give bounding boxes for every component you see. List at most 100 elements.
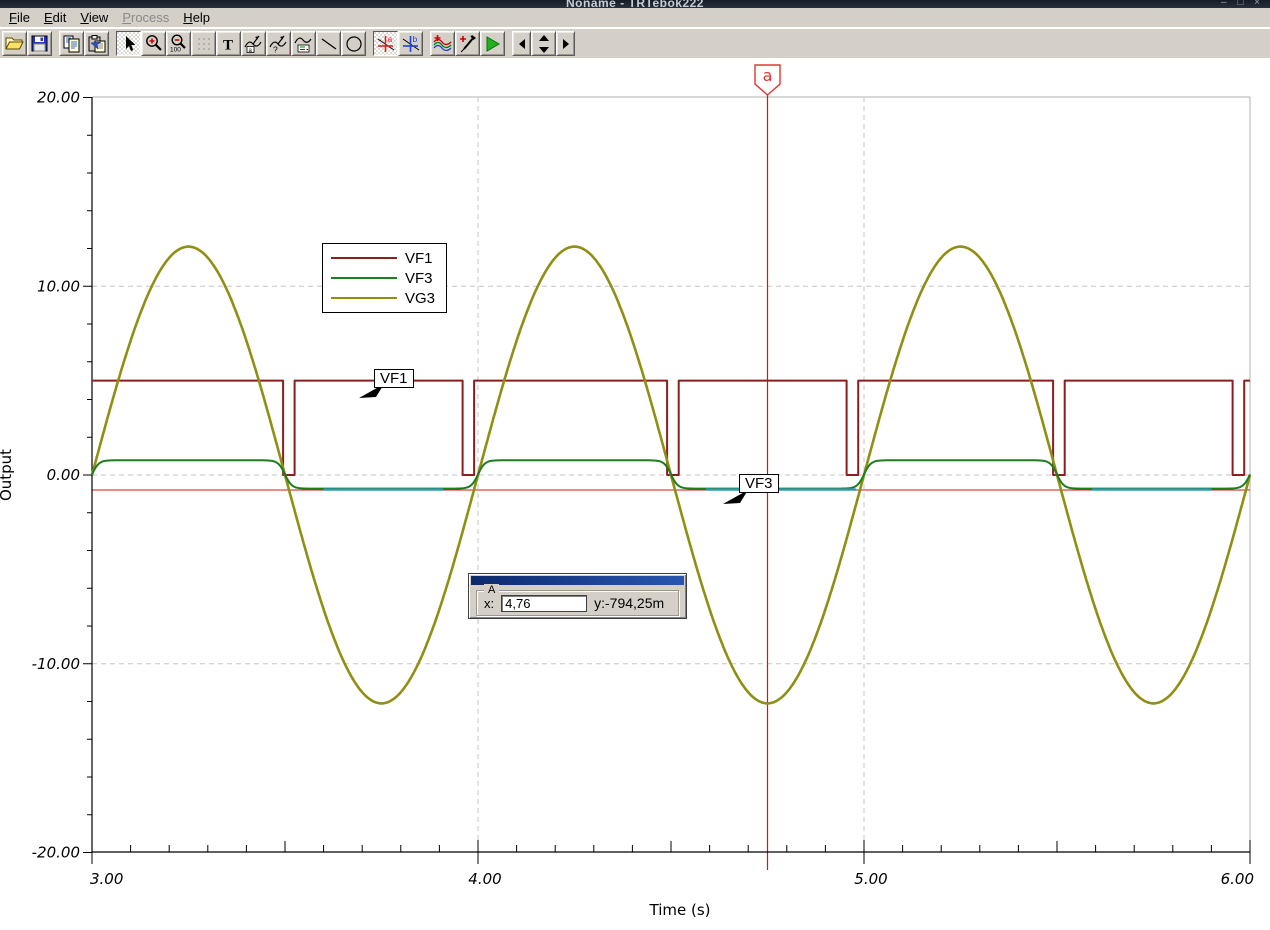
probe-icon	[458, 34, 477, 53]
x-tick-label: 4.00	[468, 870, 501, 888]
x-tick-label: 6.00	[1221, 870, 1254, 888]
nav-right-icon	[561, 38, 571, 50]
menu-view[interactable]: View	[73, 8, 115, 27]
cursor-y-value: y:-794,25m	[594, 595, 665, 611]
toolbar-group	[2, 31, 52, 56]
cursor-readout-window[interactable]: A x: y:-794,25m	[468, 573, 687, 619]
y-tick-label: -20.00	[32, 844, 80, 862]
text-tool-icon: T	[221, 36, 236, 52]
curve-export-icon	[294, 34, 313, 53]
x-axis-title: Time (s)	[649, 901, 711, 919]
curve-label-icon: a	[244, 34, 263, 53]
cursor-b-icon: b	[401, 34, 421, 54]
x-tick-label: 3.00	[90, 870, 123, 888]
probe-button[interactable]	[455, 31, 480, 56]
legend-label: VF1	[405, 249, 433, 267]
curve-query-button[interactable]: ?	[266, 31, 291, 56]
y-axis-title: Output	[0, 449, 15, 501]
toolbar-group	[59, 31, 109, 56]
save-icon	[31, 35, 48, 52]
window-controls[interactable]: – □ ×	[1221, 0, 1264, 8]
app-window: Noname - TRTebok222 – □ × File Edit View…	[0, 0, 1270, 930]
legend-label: VF3	[405, 269, 433, 287]
zoom-out-icon: 100	[169, 34, 188, 53]
curve-label-button[interactable]: a	[241, 31, 266, 56]
cursor-a-flag-label: a	[763, 66, 773, 85]
svg-text:a: a	[387, 34, 392, 44]
run-button[interactable]	[480, 31, 505, 56]
legend-item: VF3	[331, 268, 438, 288]
cursor-x-label: x:	[484, 595, 495, 611]
legend-label: VG3	[405, 289, 436, 307]
curve-VF3[interactable]	[91, 459, 1251, 490]
cursor-b-button[interactable]: b	[398, 31, 423, 56]
run-icon	[485, 35, 501, 52]
toolbar-group: ab	[373, 31, 423, 56]
menu-bar: File Edit View Process Help	[0, 8, 1270, 28]
add-curves-icon	[432, 34, 453, 53]
y-tick-label: 10.00	[37, 277, 80, 295]
svg-text:b: b	[412, 34, 417, 44]
ellipse-tool-button[interactable]	[341, 31, 366, 56]
line-icon	[320, 37, 338, 51]
legend[interactable]: VF1 VF3 VG3	[322, 243, 447, 313]
grid-icon	[196, 36, 212, 52]
menu-edit[interactable]: Edit	[37, 8, 73, 27]
toolbar-group	[512, 31, 575, 56]
legend-item: VF1	[331, 248, 438, 268]
legend-line-sample	[331, 277, 397, 279]
nav-left-button[interactable]	[512, 31, 531, 56]
y-tick-label: 0.00	[47, 466, 80, 484]
zoom-in-button[interactable]	[141, 31, 166, 56]
open-button[interactable]	[2, 31, 27, 56]
pointer-icon	[121, 35, 137, 53]
line-tool-button[interactable]	[316, 31, 341, 56]
toolbar-group	[430, 31, 505, 56]
menu-file[interactable]: File	[2, 8, 37, 27]
paste-icon	[88, 34, 106, 53]
ellipse-icon	[345, 35, 363, 53]
diagram-area: 20.00 10.00 0.00 -10.00 -20.00 3.00 4.00 5.00 6.…	[0, 58, 1270, 930]
grid-button	[191, 31, 216, 56]
legend-line-sample	[331, 297, 397, 299]
window-title: Noname - TRTebok222	[566, 0, 704, 8]
svg-text:100: 100	[170, 47, 181, 54]
svg-text:?: ?	[273, 45, 278, 54]
toolbar-group: 100 Ta?	[116, 31, 366, 56]
y-tick-label: -10.00	[32, 655, 80, 673]
cursor-group-a: A x: y:-794,25m	[476, 584, 679, 616]
curve-query-icon: ?	[269, 34, 288, 53]
curve-tag-VF1[interactable]: VF1	[374, 369, 414, 388]
text-button[interactable]: T	[216, 31, 241, 56]
cursor-x-input[interactable]	[501, 594, 588, 612]
y-tick-label: 20.00	[37, 89, 80, 107]
nav-right-button[interactable]	[556, 31, 575, 56]
curve-export-button[interactable]	[291, 31, 316, 56]
x-tick-label: 5.00	[854, 870, 887, 888]
pointer-button[interactable]	[116, 31, 141, 56]
nav-spinner-button[interactable]	[531, 31, 556, 56]
cursor-a-button[interactable]: a	[373, 31, 398, 56]
cursor-a-icon: a	[376, 34, 396, 54]
copy-icon	[63, 35, 80, 53]
cursor-window-titlebar[interactable]	[471, 576, 684, 585]
legend-item: VG3	[331, 288, 438, 308]
open-folder-icon	[5, 35, 24, 52]
cursor-group-label: A	[484, 584, 500, 596]
nav-spinner-icon	[537, 34, 551, 54]
svg-text:T: T	[223, 37, 233, 52]
legend-line-sample	[331, 257, 397, 259]
zoom-out-100-button[interactable]: 100	[166, 31, 191, 56]
curve-tag-VF3[interactable]: VF3	[739, 474, 779, 493]
zoom-in-icon	[144, 34, 163, 53]
toolbar: 100 Ta? a b	[0, 29, 1270, 58]
add-curves-button[interactable]	[430, 31, 455, 56]
copy-button[interactable]	[59, 31, 84, 56]
menu-help[interactable]: Help	[176, 8, 217, 27]
nav-left-icon	[517, 38, 527, 50]
menu-process: Process	[122, 10, 170, 25]
save-button[interactable]	[27, 31, 52, 56]
paste-button[interactable]	[84, 31, 109, 56]
waveform-plot[interactable]: 20.00 10.00 0.00 -10.00 -20.00 3.00 4.00 5.00 6.…	[0, 58, 1270, 930]
title-bar[interactable]: Noname - TRTebok222 – □ ×	[0, 0, 1270, 8]
